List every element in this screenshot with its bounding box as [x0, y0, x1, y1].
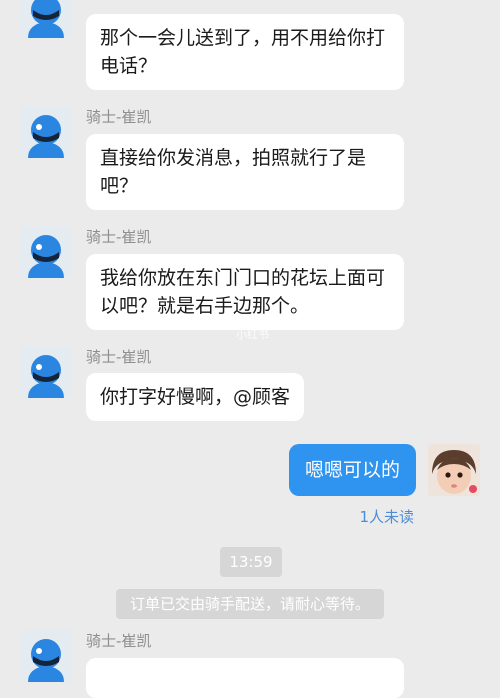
message-bubble[interactable]: 你打字好慢啊，@顾客 [86, 373, 305, 421]
helmet-avatar-icon [20, 346, 72, 398]
helmet-avatar-icon [20, 226, 72, 278]
rider-avatar[interactable] [20, 106, 72, 158]
message-bubble[interactable]: 那个一会儿送到了，用不用给你打电话？ [86, 14, 404, 90]
sender-name: 骑士-崔凯 [86, 228, 152, 246]
rider-avatar[interactable] [20, 0, 72, 38]
sender-name: 骑士-崔凯 [86, 108, 152, 126]
outgoing-message-bubble[interactable]: 嗯嗯可以的 [288, 444, 416, 496]
helmet-avatar-icon [20, 106, 72, 158]
message-bubble[interactable]: 直接给你发消息，拍照就行了是吧？ [86, 134, 404, 210]
sender-name: 骑士-崔凯 [86, 632, 152, 650]
watermark: 小红书 [236, 328, 269, 341]
rider-avatar[interactable] [20, 630, 72, 682]
system-notice: 订单已交由骑手配送，请耐心等待。 [116, 589, 384, 619]
message-bubble[interactable]: 我给你放在东门门口的花坛上面可以吧？就是右手边那个。 [86, 254, 404, 330]
helmet-avatar-icon [20, 0, 72, 38]
read-status: 1人未读 [359, 508, 414, 526]
baby-photo-avatar [428, 444, 480, 496]
helmet-avatar-icon [20, 630, 72, 682]
rider-avatar[interactable] [20, 226, 72, 278]
sender-name: 骑士-崔凯 [86, 348, 152, 366]
message-bubble[interactable] [86, 658, 404, 698]
rider-avatar[interactable] [20, 346, 72, 398]
timestamp: 13:59 [220, 547, 282, 577]
user-avatar[interactable] [428, 444, 480, 496]
